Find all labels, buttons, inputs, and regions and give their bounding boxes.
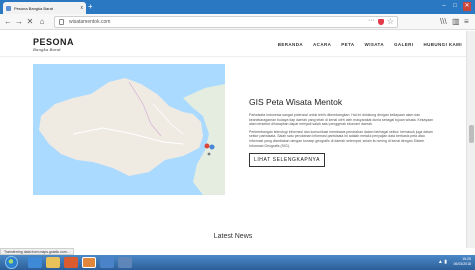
nav-galeri[interactable]: GALERI [394,42,413,47]
city-dot [207,152,211,156]
forward-button[interactable]: → [14,16,24,28]
taskbar-ie-icon[interactable] [28,257,42,268]
home-icon[interactable]: ⌂ [37,16,47,28]
location-marker-icon [204,143,210,149]
tab-close-icon[interactable]: x [81,5,84,11]
url-bar[interactable]: wisatamentok.com ··· ☆ [54,16,398,28]
sidebar-icon[interactable]: ▥ [452,17,460,26]
logo-main-text: PESONA [33,37,75,47]
minimize-button[interactable]: – [440,2,448,11]
stop-button[interactable]: ✕ [25,16,35,28]
description-paragraph: Perkembangan teknologi informasi dan kom… [249,129,433,148]
url-text: wisatamentok.com [69,19,111,25]
nav-hubungi-kami[interactable]: HUBUNGI KAMI [423,42,462,47]
tray-icons[interactable]: ▲ ▮ [438,259,447,265]
taskbar: ▲ ▮ 15:25 06/03/2018 [0,255,475,270]
browser-titlebar: Pesona Bangka Barat x + – □ ✕ [0,0,475,14]
map-graphic [33,64,225,195]
taskbar-app-icon[interactable] [100,257,114,268]
menu-icon[interactable]: ≡ [464,17,469,26]
taskbar-media-icon[interactable] [64,257,78,268]
site-header: PESONA Bangka Barat BERANDA ACARA PETA W… [0,31,466,57]
site-logo[interactable]: PESONA Bangka Barat [33,37,74,52]
page-actions-icon[interactable]: ··· [368,17,375,24]
info-section: GIS Peta Wisata Mentok Pariwisata Indone… [249,97,439,151]
latest-news-heading: Latest News [213,233,253,240]
favicon-icon [6,5,11,11]
library-icon[interactable]: \\\ [440,17,447,26]
system-clock[interactable]: 15:25 06/03/2018 [453,257,471,267]
nav-wisata[interactable]: WISATA [365,42,384,47]
bookmark-star-icon[interactable]: ☆ [387,17,394,26]
section-title: GIS Peta Wisata Mentok [249,97,343,107]
pocket-icon[interactable] [378,19,384,25]
clock-date: 06/03/2018 [453,262,471,266]
page-info-icon[interactable] [59,19,64,25]
tab-title: Pesona Bangka Barat [14,5,53,11]
location-marker-icon-2 [209,144,215,150]
new-tab-button[interactable]: + [88,3,96,12]
maximize-button[interactable]: □ [451,2,459,11]
status-bar: Transferring data from maps.gstatic.com.… [0,248,74,255]
map-view[interactable] [33,64,225,195]
browser-tab[interactable]: Pesona Bangka Barat x [3,2,86,14]
start-button[interactable] [5,256,18,269]
nav-acara[interactable]: ACARA [313,42,331,47]
see-more-button[interactable]: LIHAT SELENGKAPNYA [249,153,325,167]
description-paragraph: Pariwisata Indonesia sangat potensial un… [249,113,434,127]
taskbar-firefox-icon[interactable] [82,257,96,268]
page-scrollbar[interactable] [466,31,475,248]
main-nav: BERANDA ACARA PETA WISATA GALERI HUBUNGI… [278,42,462,47]
close-window-button[interactable]: ✕ [463,2,471,11]
scrollbar-thumb[interactable] [469,125,474,143]
nav-peta[interactable]: PETA [341,42,354,47]
logo-sub-text: Bangka Barat [33,47,61,52]
taskbar-app-icon-2[interactable] [118,257,132,268]
back-button[interactable]: ← [3,16,13,28]
taskbar-folder-icon[interactable] [46,257,60,268]
nav-beranda[interactable]: BERANDA [278,42,303,47]
browser-toolbar: ← → ✕ ⌂ wisatamentok.com ··· ☆ \\\ ▥ ≡ [0,14,475,30]
